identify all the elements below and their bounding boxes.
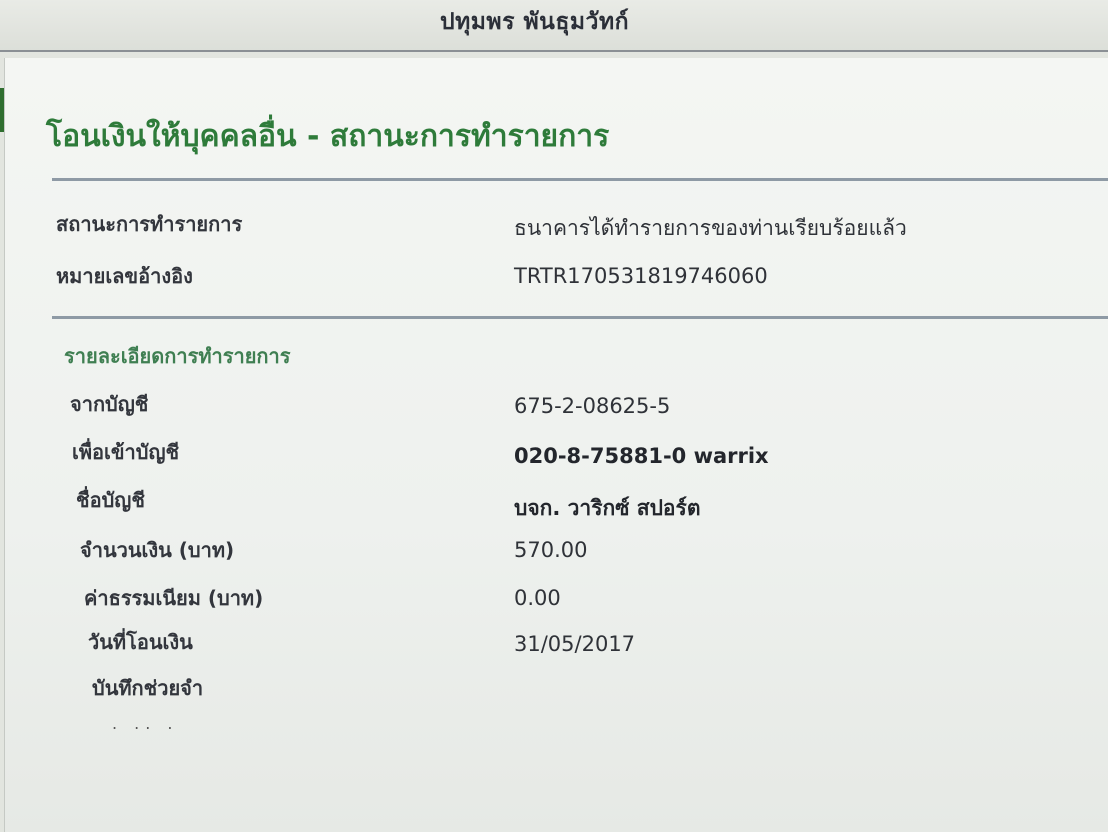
- title-divider: [52, 178, 1108, 181]
- user-name: ปทุมพร พันธุมวัทก์: [440, 9, 630, 35]
- fee-label: ค่าธรรมเนียม (บาท): [84, 586, 264, 610]
- truncated-row-dots: . .. .: [112, 714, 179, 733]
- to-account-value: 020-8-75881-0 warrix: [514, 444, 769, 468]
- account-name-label: ชื่อบัญชี: [76, 488, 145, 512]
- reference-value: TRTR170531819746060: [514, 264, 768, 288]
- details-section-title: รายละเอียดการทำรายการ: [64, 344, 291, 368]
- amount-value: 570.00: [514, 538, 588, 562]
- to-account-label: เพื่อเข้าบัญชี: [72, 440, 180, 464]
- transfer-date-label: วันที่โอนเงิน: [88, 630, 193, 654]
- fee-value: 0.00: [514, 586, 561, 610]
- page-title: โอนเงินให้บุคคลอื่น - สถานะการทำรายการ: [46, 119, 610, 154]
- amount-label: จำนวนเงิน (บาท): [80, 538, 235, 562]
- account-name-value: บจก. วาริกซ์ สปอร์ต: [514, 496, 701, 520]
- from-account-value: 675-2-08625-5: [514, 394, 671, 418]
- top-header-bar: ปทุมพร พันธุมวัทก์: [0, 0, 1108, 52]
- summary-divider: [52, 316, 1108, 319]
- status-label: สถานะการทำรายการ: [56, 212, 243, 236]
- status-value: ธนาคารได้ทำรายการของท่านเรียบร้อยแล้ว: [514, 216, 907, 240]
- reference-label: หมายเลขอ้างอิง: [56, 264, 193, 288]
- memo-label: บันทึกช่วยจำ: [92, 676, 204, 700]
- from-account-label: จากบัญชี: [70, 392, 149, 416]
- left-accent-bar: [0, 88, 4, 132]
- transfer-date-value: 31/05/2017: [514, 632, 636, 656]
